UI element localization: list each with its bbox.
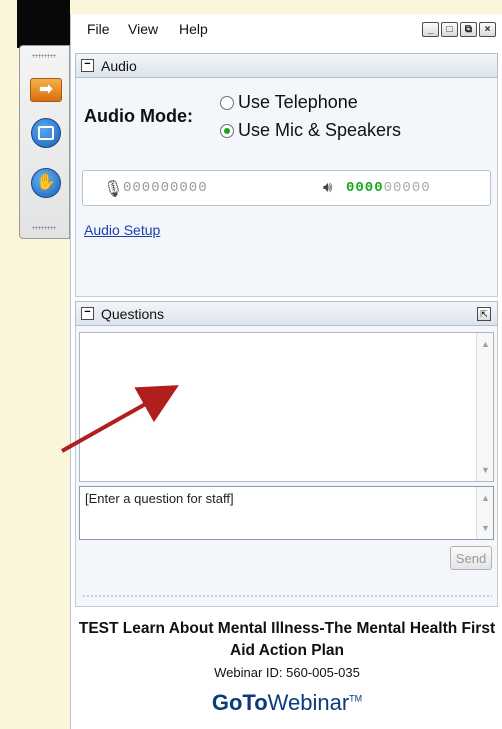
radio-label: Use Telephone	[238, 92, 358, 112]
webinar-panel: File View Help _ □ ⧉ × − Audio Audio Mod…	[70, 14, 502, 729]
grip-bottom[interactable]	[32, 226, 56, 230]
questions-log-scrollbar[interactable]: ▲ ▼	[476, 333, 493, 481]
background-dark	[17, 0, 70, 48]
audio-section-header[interactable]: − Audio	[75, 53, 498, 78]
popout-icon[interactable]: ⇱	[477, 307, 491, 321]
question-input-text[interactable]: [Enter a question for staff]	[85, 491, 234, 506]
grip-top[interactable]	[32, 54, 56, 58]
minimize-button[interactable]: _	[422, 22, 439, 37]
menu-file[interactable]: File	[87, 21, 110, 37]
restore-button[interactable]: ⧉	[460, 22, 477, 37]
question-input[interactable]: [Enter a question for staff] ▲ ▼	[79, 486, 494, 540]
questions-section-header[interactable]: − Questions ⇱	[75, 301, 498, 326]
control-panel-sidebar: ➡ ✋	[19, 45, 70, 239]
scroll-up-icon[interactable]: ▲	[481, 493, 490, 503]
speaker-level-on: 0000	[346, 180, 384, 196]
raise-hand-icon[interactable]: ✋	[31, 168, 61, 198]
divider	[75, 606, 498, 607]
scroll-down-icon[interactable]: ▼	[481, 523, 490, 533]
maximize-button[interactable]: □	[441, 22, 458, 37]
audio-mode-label: Audio Mode:	[84, 106, 193, 126]
radio-button[interactable]	[220, 95, 234, 110]
mic-level-meter: 000000000	[123, 180, 208, 196]
webinar-info: TEST Learn About Mental Illness-The Ment…	[71, 606, 502, 729]
audio-levels: 🎙︎ 000000000 🔊︎ 000000000	[82, 170, 491, 206]
menu-view[interactable]: View	[128, 21, 158, 37]
arrow-icon[interactable]: ➡	[30, 78, 62, 102]
speaker-icon: 🔊︎	[323, 179, 333, 196]
questions-section: ▲ ▼ [Enter a question for staff] ▲ ▼ Sen…	[75, 326, 498, 610]
audio-setup-link[interactable]: Audio Setup	[84, 222, 160, 238]
radio-button[interactable]	[220, 123, 234, 138]
background-lower	[17, 238, 70, 729]
questions-section-title: Questions	[101, 306, 165, 322]
webinar-id: Webinar ID: 560-005-035	[214, 665, 360, 680]
radio-label: Use Mic & Speakers	[238, 120, 402, 140]
window-controls: _ □ ⧉ ×	[422, 22, 496, 37]
microphone-icon: 🎙︎	[103, 181, 124, 198]
menu-help[interactable]: Help	[179, 21, 208, 37]
screen-icon[interactable]	[31, 118, 61, 148]
audio-section-title: Audio	[101, 58, 137, 74]
collapse-icon[interactable]: −	[81, 307, 94, 320]
speaker-level-meter: 000000000	[346, 180, 431, 196]
logo-go: Go	[211, 690, 243, 715]
questions-log[interactable]: ▲ ▼	[79, 332, 494, 482]
background-left	[0, 0, 17, 729]
resize-grip[interactable]	[82, 594, 492, 599]
gotowebinar-logo: GoToWebinarTM	[71, 690, 502, 716]
menu-bar: File View Help _ □ ⧉ ×	[71, 14, 502, 44]
radio-use-mic-speakers[interactable]: Use Mic & Speakers	[220, 120, 401, 141]
scroll-up-icon[interactable]: ▲	[481, 339, 490, 349]
logo-webinar: Webinar	[267, 690, 350, 715]
send-button[interactable]: Send	[450, 546, 492, 570]
collapse-icon[interactable]: −	[81, 59, 94, 72]
logo-to: To	[242, 690, 268, 715]
question-input-scrollbar[interactable]: ▲ ▼	[476, 487, 493, 539]
webinar-title: TEST Learn About Mental Illness-The Ment…	[78, 620, 496, 659]
speaker-level-off: 00000	[383, 180, 431, 196]
audio-section: Audio Mode: Use Telephone Use Mic & Spea…	[75, 78, 498, 297]
radio-use-telephone[interactable]: Use Telephone	[220, 92, 358, 113]
scroll-down-icon[interactable]: ▼	[481, 465, 490, 475]
close-button[interactable]: ×	[479, 22, 496, 37]
logo-tm: TM	[349, 693, 363, 704]
